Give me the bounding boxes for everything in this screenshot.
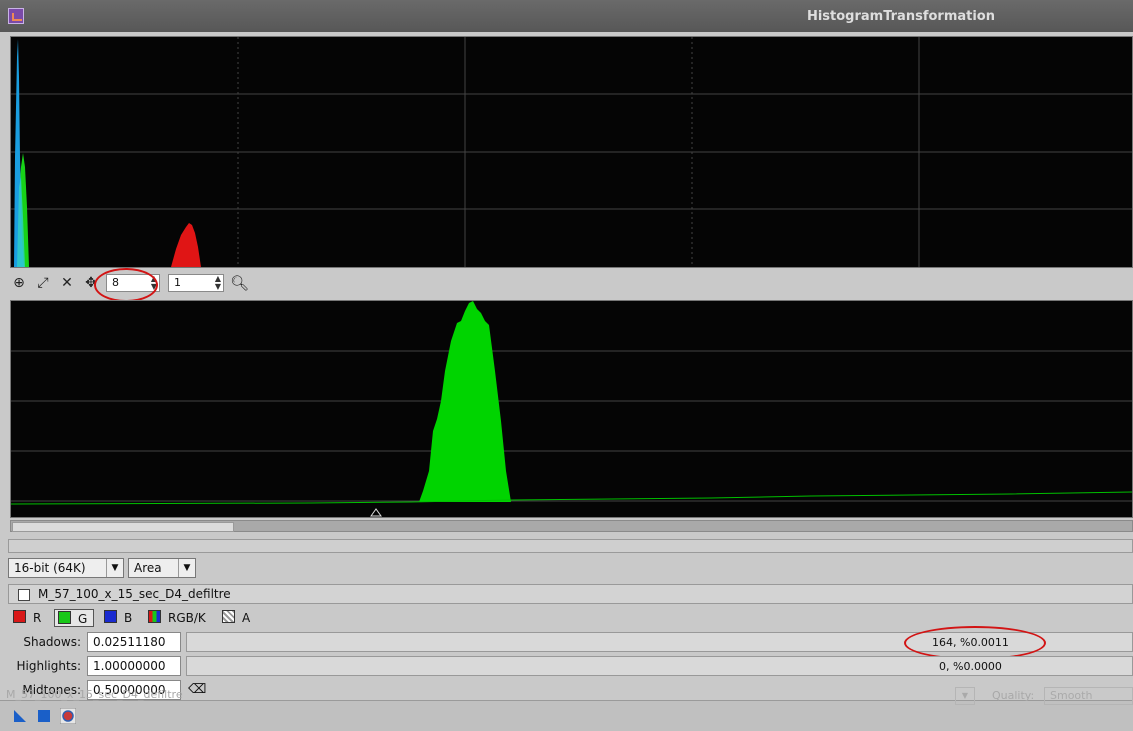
chevron-down-icon[interactable]: ▼ — [955, 687, 975, 705]
highlights-clipping-track: 0, %0.0000 — [186, 656, 1133, 676]
transfer-function-bar — [8, 539, 1133, 553]
zoom-fit-icon[interactable]: ⤢ — [34, 274, 52, 292]
input-histogram-plot — [11, 301, 1132, 517]
window-title: HistogramTransformation — [806, 9, 995, 24]
spin-arrows-icon[interactable]: ▲ ▼ — [215, 275, 221, 291]
output-histogram-plot — [11, 37, 1132, 267]
channel-selector: R G B RGB/K A — [8, 608, 1133, 628]
green-swatch-icon — [58, 611, 71, 624]
alpha-swatch-icon — [222, 610, 235, 623]
highlights-label: Highlights: — [16, 659, 81, 673]
reset-midtones-icon[interactable]: ⌫ — [188, 682, 206, 697]
histogram-transformation-panel: ⊕ ⤢ ✕ ✥ 8 ▲ ▼ 1 ▲ ▼ 🔍︎ 16-bit (64K) ▼ Ar… — [0, 32, 1133, 730]
channel-rgbk-button[interactable]: RGB/K — [148, 609, 206, 627]
process-bottom-bar: M_57_100_x_15_sec_D4_defiltre ▼ Quality:… — [0, 687, 1133, 731]
new-instance-icon[interactable] — [12, 708, 28, 724]
zoom-out-icon[interactable]: ✕ — [58, 274, 76, 292]
window-titlebar: HistogramTransformation — [0, 0, 1133, 33]
chevron-down-icon[interactable]: ▼ — [106, 559, 123, 577]
vertical-zoom-value: 1 — [174, 276, 181, 289]
highlights-row: Highlights: 1.00000000 0, %0.0000 — [0, 656, 1133, 678]
quality-value: Smooth — [1050, 689, 1093, 702]
scrollbar-thumb[interactable] — [12, 522, 234, 532]
shadows-input[interactable]: 0.02511180 — [87, 632, 181, 652]
shadows-clip-marker-icon — [370, 508, 382, 517]
grid-lines — [11, 350, 1132, 502]
channel-r-button[interactable]: R — [13, 609, 41, 627]
red-swatch-icon — [13, 610, 26, 623]
quality-label: Quality: — [992, 689, 1035, 702]
blue-swatch-icon — [104, 610, 117, 623]
output-histogram-red — [171, 223, 201, 267]
highlights-input[interactable]: 1.00000000 — [87, 656, 181, 676]
histogram-horizontal-scrollbar[interactable] — [10, 520, 1133, 532]
histogram-toolbar: ⊕ ⤢ ✕ ✥ 8 ▲ ▼ 1 ▲ ▼ 🔍︎ — [8, 272, 1133, 296]
channel-r-label: R — [33, 611, 42, 625]
magnifier-icon[interactable]: 🔍︎ — [230, 274, 249, 292]
target-view-row[interactable]: M_57_100_x_15_sec_D4_defiltre — [8, 584, 1133, 604]
input-histogram-tail — [11, 491, 1132, 505]
channel-g-label: G — [78, 612, 88, 626]
quality-select[interactable]: Smooth — [1044, 687, 1133, 705]
channel-g-button[interactable]: G — [54, 609, 94, 627]
output-histogram[interactable] — [10, 36, 1133, 268]
channel-b-button[interactable]: B — [104, 609, 132, 627]
target-view-name: M_57_100_x_15_sec_D4_defiltre — [38, 587, 231, 601]
graph-style-select[interactable]: Area ▼ — [128, 558, 196, 578]
input-histogram[interactable] — [10, 300, 1133, 518]
channel-rgbk-label: RGB/K — [168, 611, 206, 625]
crosshair-icon[interactable]: ⊕ — [10, 274, 28, 292]
chevron-down-icon[interactable]: ▼ — [178, 559, 195, 577]
reset-icon[interactable] — [60, 708, 76, 724]
vertical-zoom-input[interactable]: 1 ▲ ▼ — [168, 274, 224, 292]
graph-style-value: Area — [134, 561, 162, 575]
histogram-app-icon[interactable] — [8, 8, 24, 24]
highlights-clipping-readout: 0, %0.0000 — [939, 660, 1002, 673]
annotation-ellipse-zoom — [94, 268, 158, 302]
channel-a-label: A — [242, 611, 251, 625]
annotation-ellipse-clipping — [904, 626, 1046, 660]
view-checkbox[interactable] — [18, 589, 30, 601]
resolution-select[interactable]: 16-bit (64K) ▼ — [8, 558, 124, 578]
ghost-view-name: M_57_100_x_15_sec_D4_defiltre — [6, 688, 183, 701]
channel-a-button[interactable]: A — [222, 609, 250, 627]
resolution-value: 16-bit (64K) — [14, 561, 86, 575]
apply-global-icon[interactable] — [36, 708, 52, 724]
rgb-swatch-icon — [148, 610, 161, 623]
grid-lines — [11, 37, 1132, 267]
channel-b-label: B — [124, 611, 133, 625]
shadows-label: Shadows: — [23, 635, 81, 649]
